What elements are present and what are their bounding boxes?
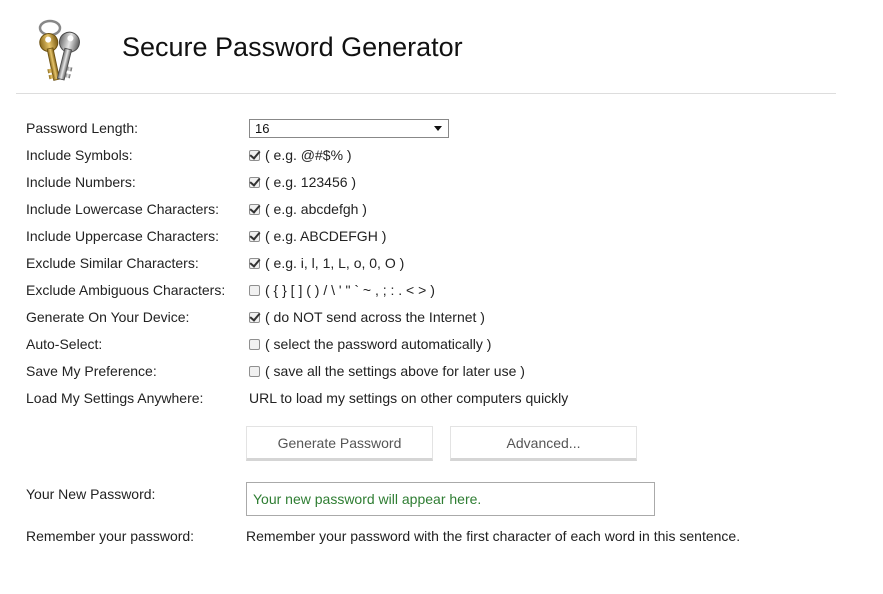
exclude-similar-label: Exclude Similar Characters: [26, 255, 199, 271]
include-symbols-control: ( e.g. @#$% ) [249, 144, 352, 166]
new-password-label: Your New Password: [26, 486, 156, 502]
include-symbols-hint: ( e.g. @#$% ) [265, 147, 352, 163]
exclude-ambiguous-label: Exclude Ambiguous Characters: [26, 282, 226, 298]
include-numbers-control: ( e.g. 123456 ) [249, 171, 356, 193]
row-include-symbols: Include Symbols: ( e.g. @#$% ) [0, 142, 883, 169]
exclude-similar-checkbox[interactable] [249, 257, 260, 269]
include-uppercase-control: ( e.g. ABCDEFGH ) [249, 225, 386, 247]
remember-password-sentence: Remember your password with the first ch… [246, 528, 741, 544]
row-exclude-similar: Exclude Similar Characters: ( e.g. i, l,… [0, 250, 883, 277]
password-length-value: 16 [255, 120, 270, 136]
row-save-preference: Save My Preference: ( save all the setti… [0, 358, 883, 385]
include-numbers-checkbox[interactable] [249, 176, 260, 188]
exclude-ambiguous-control: ( { } [ ] ( ) / \ ' " ` ~ , ; : . < > ) [249, 279, 435, 301]
row-include-uppercase: Include Uppercase Characters: ( e.g. ABC… [0, 223, 883, 250]
advanced-button[interactable]: Advanced... [450, 426, 637, 461]
include-lowercase-checkbox[interactable] [249, 203, 260, 215]
include-uppercase-label: Include Uppercase Characters: [26, 228, 219, 244]
remember-password-label: Remember your password: [26, 528, 195, 544]
include-lowercase-control: ( e.g. abcdefgh ) [249, 198, 367, 220]
auto-select-checkbox[interactable] [249, 338, 260, 350]
auto-select-label: Auto-Select: [26, 336, 103, 352]
load-settings-control: URL to load my settings on other compute… [249, 387, 568, 409]
include-symbols-label: Include Symbols: [26, 147, 133, 163]
include-numbers-hint: ( e.g. 123456 ) [265, 174, 357, 190]
header-divider [16, 93, 836, 94]
row-auto-select: Auto-Select: ( select the password autom… [0, 331, 883, 358]
exclude-ambiguous-checkbox[interactable] [249, 284, 260, 296]
row-generate-on-device: Generate On Your Device: ( do NOT send a… [0, 304, 883, 331]
row-load-settings: Load My Settings Anywhere: URL to load m… [0, 385, 883, 412]
password-length-control: 16 [249, 117, 449, 139]
include-symbols-checkbox[interactable] [249, 149, 260, 161]
row-exclude-ambiguous: Exclude Ambiguous Characters: ( { } [ ] … [0, 277, 883, 304]
include-uppercase-hint: ( e.g. ABCDEFGH ) [265, 228, 387, 244]
password-length-select[interactable]: 16 [249, 118, 449, 138]
chevron-down-icon [434, 125, 442, 131]
include-lowercase-hint: ( e.g. abcdefgh ) [265, 201, 367, 217]
password-length-label: Password Length: [26, 120, 139, 136]
save-preference-hint: ( save all the settings above for later … [265, 363, 525, 379]
generate-on-device-control: ( do NOT send across the Internet ) [249, 306, 485, 328]
generate-on-device-label: Generate On Your Device: [26, 309, 190, 325]
exclude-similar-hint: ( e.g. i, l, 1, L, o, 0, O ) [265, 255, 405, 271]
save-preference-control: ( save all the settings above for later … [249, 360, 525, 382]
keys-icon [38, 19, 80, 81]
load-settings-url[interactable]: URL to load my settings on other compute… [249, 390, 568, 406]
generate-on-device-hint: ( do NOT send across the Internet ) [265, 309, 485, 325]
row-password-length: Password Length: 16 [0, 115, 883, 142]
generate-password-button[interactable]: Generate Password [246, 426, 433, 461]
include-uppercase-checkbox[interactable] [249, 230, 260, 242]
include-numbers-label: Include Numbers: [26, 174, 136, 190]
row-include-numbers: Include Numbers: ( e.g. 123456 ) [0, 169, 883, 196]
auto-select-control: ( select the password automatically ) [249, 333, 491, 355]
save-preference-label: Save My Preference: [26, 363, 157, 379]
new-password-placeholder: Your new password will appear here. [253, 491, 482, 507]
load-settings-label: Load My Settings Anywhere: [26, 390, 204, 406]
row-include-lowercase: Include Lowercase Characters: ( e.g. abc… [0, 196, 883, 223]
page-title: Secure Password Generator [122, 32, 463, 62]
exclude-similar-control: ( e.g. i, l, 1, L, o, 0, O ) [249, 252, 404, 274]
exclude-ambiguous-hint: ( { } [ ] ( ) / \ ' " ` ~ , ; : . < > ) [265, 282, 435, 298]
page-header: Secure Password Generator [0, 0, 883, 94]
save-preference-checkbox[interactable] [249, 365, 260, 377]
generate-on-device-checkbox[interactable] [249, 311, 260, 323]
auto-select-hint: ( select the password automatically ) [265, 336, 492, 352]
new-password-output[interactable]: Your new password will appear here. [246, 482, 655, 516]
include-lowercase-label: Include Lowercase Characters: [26, 201, 219, 217]
